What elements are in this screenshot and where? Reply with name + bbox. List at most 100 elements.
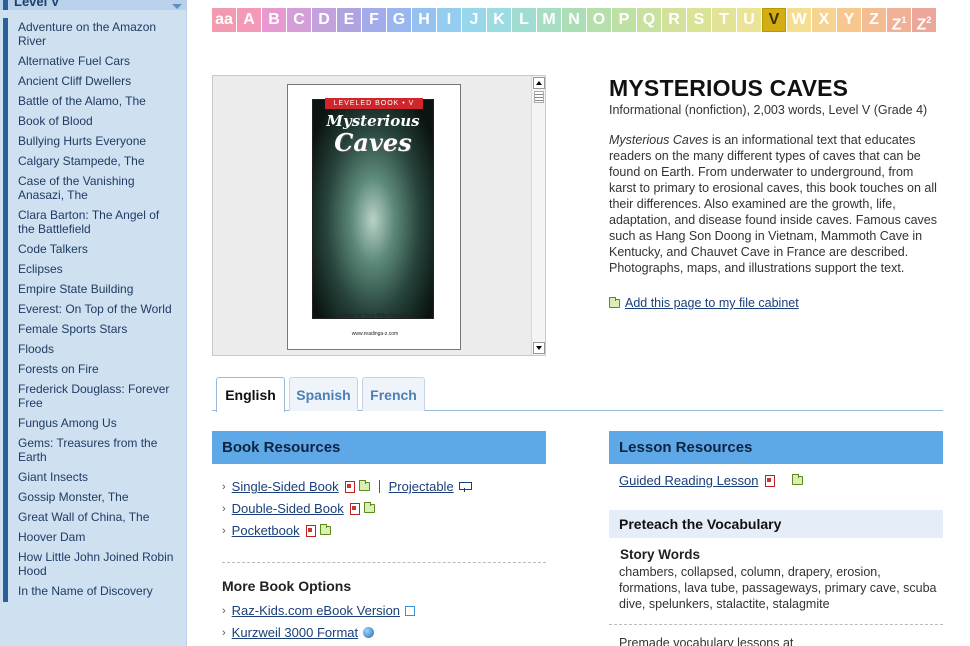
sidebar-item-label[interactable]: Eclipses [18,262,63,276]
level-letter-button[interactable]: Z2 [912,8,936,33]
pocketbook-link[interactable]: Pocketbook [232,523,300,538]
double-sided-book-link[interactable]: Double-Sided Book [232,501,344,516]
sidebar-item[interactable]: Adventure on the Amazon River [0,18,186,52]
sidebar-item[interactable]: Gems: Treasures from the Earth [0,434,186,468]
folder-icon[interactable] [791,474,803,485]
projectable-link[interactable]: Projectable [389,479,454,494]
sidebar-item-label[interactable]: Giant Insects [18,470,88,484]
level-letter-button[interactable]: B [262,8,286,32]
sidebar-item-label[interactable]: Clara Barton: The Angel of the Battlefie… [18,208,159,236]
level-letter-button[interactable]: K [487,8,511,32]
level-letter-button[interactable]: O [587,8,611,32]
level-letter-button[interactable]: L [512,8,536,32]
sidebar-item[interactable]: Great Wall of China, The [0,508,186,528]
sidebar-item-label[interactable]: In the Name of Discovery [18,584,153,598]
folder-icon[interactable] [319,524,331,535]
level-letter-button[interactable]: A [237,8,261,32]
sidebar-item[interactable]: Case of the Vanishing Anasazi, The [0,172,186,206]
pdf-icon[interactable] [349,503,360,515]
sidebar-item-label[interactable]: Forests on Fire [18,362,99,376]
sidebar-item[interactable]: Gossip Monster, The [0,488,186,508]
pdf-icon[interactable] [344,481,355,493]
level-letter-button[interactable]: D [312,8,336,32]
external-link-icon[interactable] [405,605,416,616]
sidebar-item[interactable]: Frederick Douglass: Forever Free [0,380,186,414]
level-letter-button[interactable]: E [337,8,361,32]
tab-english[interactable]: English [216,377,285,412]
scroll-down-arrow-icon[interactable] [533,342,545,354]
sidebar-item[interactable]: Fungus Among Us [0,414,186,434]
sidebar-item[interactable]: Bullying Hurts Everyone [0,132,186,152]
level-letter-button[interactable]: F [362,8,386,32]
sidebar-item-label[interactable]: Book of Blood [18,114,93,128]
level-letter-button[interactable]: P [612,8,636,32]
sidebar-item-label[interactable]: Female Sports Stars [18,322,127,336]
sidebar-item-label[interactable]: Frederick Douglass: Forever Free [18,382,169,410]
globe-icon[interactable] [363,627,375,638]
sidebar-item-label[interactable]: Case of the Vanishing Anasazi, The [18,174,135,202]
sidebar-item-label[interactable]: Calgary Stampede, The [18,154,145,168]
level-letter-button[interactable]: C [287,8,311,32]
sidebar-item-label[interactable]: Floods [18,342,54,356]
pdf-icon[interactable] [764,475,775,487]
kurzweil-format-link[interactable]: Kurzweil 3000 Format [232,625,358,640]
sidebar-item-label[interactable]: How Little John Joined Robin Hood [18,550,173,578]
sidebar-item[interactable]: Ancient Cliff Dwellers [0,72,186,92]
sidebar-item[interactable]: Alternative Fuel Cars [0,52,186,72]
level-letter-button[interactable]: X [812,8,836,32]
tab-french[interactable]: French [362,377,425,411]
sidebar-item-label[interactable]: Adventure on the Amazon River [18,20,156,48]
chevron-down-icon[interactable] [172,4,182,9]
level-letter-button[interactable]: aa [212,8,236,32]
level-letter-button[interactable]: N [562,8,586,32]
sidebar-item-label[interactable]: Battle of the Alamo, The [18,94,146,108]
level-header[interactable]: Level V [0,0,186,10]
sidebar-item[interactable]: Everest: On Top of the World [0,300,186,320]
preview-scrollbar[interactable] [531,76,545,355]
sidebar-item[interactable]: Battle of the Alamo, The [0,92,186,112]
level-letter-button[interactable]: Y [837,8,861,32]
sidebar-item[interactable]: Calgary Stampede, The [0,152,186,172]
razkids-ebook-link[interactable]: Raz-Kids.com eBook Version [232,603,400,618]
level-letter-button[interactable]: Q [637,8,661,32]
level-letter-button[interactable]: U [737,8,761,32]
sidebar-item-label[interactable]: Alternative Fuel Cars [18,54,130,68]
level-letter-button[interactable]: Z1 [887,8,911,33]
sidebar-item[interactable]: In the Name of Discovery [0,582,186,602]
sidebar-item[interactable]: Forests on Fire [0,360,186,380]
sidebar-item-label[interactable]: Empire State Building [18,282,133,296]
book-cover[interactable]: LEVELED BOOK • V Mysterious Caves Writte… [287,84,461,350]
sidebar-item[interactable]: Eclipses [0,260,186,280]
level-letter-button[interactable]: V [762,8,786,32]
sidebar-item[interactable]: Clara Barton: The Angel of the Battlefie… [0,206,186,240]
sidebar-item[interactable]: Giant Insects [0,468,186,488]
projector-icon[interactable] [458,481,472,492]
level-letter-button[interactable]: T [712,8,736,32]
single-sided-book-link[interactable]: Single-Sided Book [232,479,339,494]
folder-icon[interactable] [358,480,370,491]
level-letter-button[interactable]: H [412,8,436,32]
sidebar-item[interactable]: Female Sports Stars [0,320,186,340]
sidebar-item[interactable]: Code Talkers [0,240,186,260]
folder-icon[interactable] [363,502,375,513]
level-letter-button[interactable]: I [437,8,461,32]
level-letter-button[interactable]: W [787,8,811,32]
sidebar-item-label[interactable]: Hoover Dam [18,530,85,544]
sidebar-item-label[interactable]: Gems: Treasures from the Earth [18,436,157,464]
sidebar-item[interactable]: Book of Blood [0,112,186,132]
pdf-icon[interactable] [305,525,316,537]
level-letter-button[interactable]: G [387,8,411,32]
sidebar-item-label[interactable]: Code Talkers [18,242,88,256]
sidebar-item[interactable]: Floods [0,340,186,360]
tab-spanish[interactable]: Spanish [289,377,358,411]
scroll-thumb[interactable] [534,91,544,103]
sidebar-item-label[interactable]: Bullying Hurts Everyone [18,134,146,148]
level-letter-button[interactable]: Z [862,8,886,32]
sidebar-item-label[interactable]: Great Wall of China, The [18,510,149,524]
sidebar-item-label[interactable]: Fungus Among Us [18,416,117,430]
level-letter-button[interactable]: R [662,8,686,32]
sidebar-item-label[interactable]: Everest: On Top of the World [18,302,172,316]
sidebar-item[interactable]: How Little John Joined Robin Hood [0,548,186,582]
sidebar-item-label[interactable]: Gossip Monster, The [18,490,129,504]
level-letter-button[interactable]: S [687,8,711,32]
